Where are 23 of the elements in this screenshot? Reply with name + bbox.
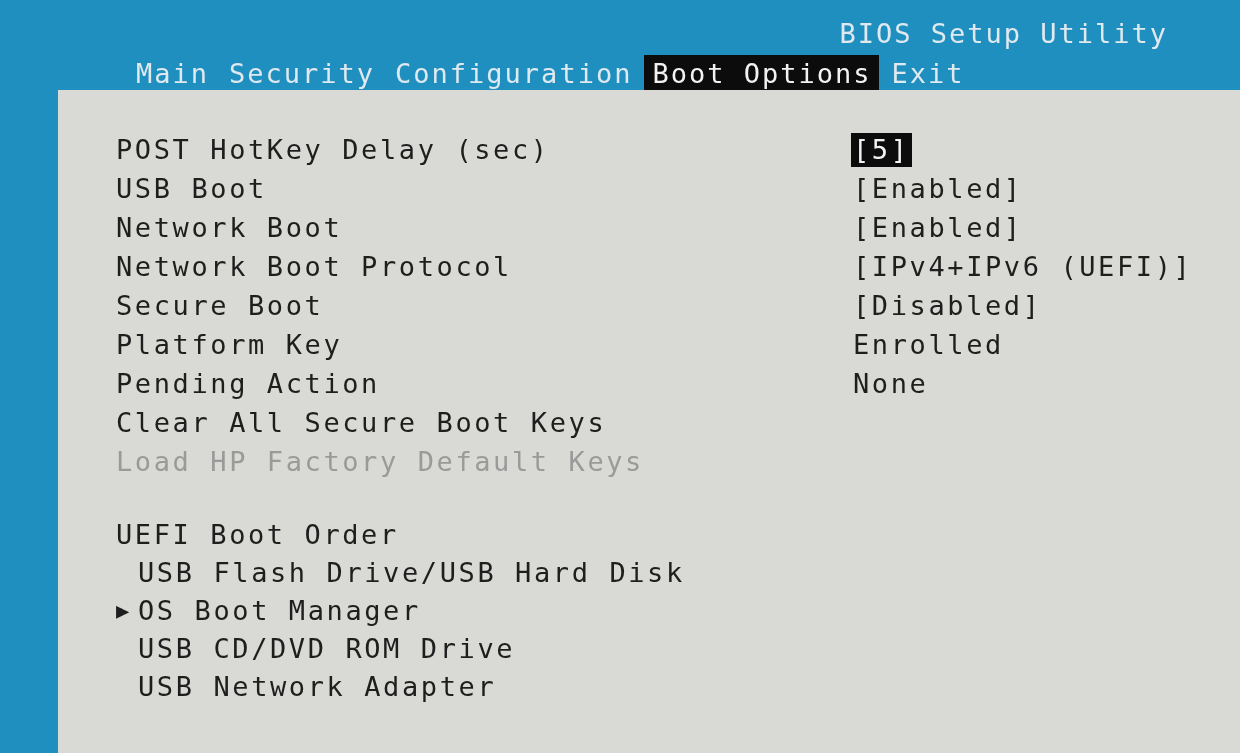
setting-label[interactable]: Network Boot (116, 210, 343, 245)
setting-value[interactable]: [5] (851, 132, 912, 167)
section-heading: UEFI Boot Order (116, 518, 400, 552)
setting-label[interactable]: Platform Key (116, 327, 343, 362)
boot-device[interactable]: USB Flash Drive/USB Hard Disk (138, 554, 685, 592)
setting-value[interactable]: None (851, 366, 931, 401)
setting-label[interactable]: Pending Action (116, 366, 380, 401)
boot-device[interactable]: USB Network Adapter (138, 668, 497, 706)
setting-label[interactable]: USB Boot (116, 171, 267, 206)
boot-device[interactable]: USB CD/DVD ROM Drive (138, 630, 516, 668)
setting-value[interactable]: [IPv4+IPv6 (UEFI)] (851, 249, 1195, 284)
setting-value[interactable]: Enrolled (851, 327, 1006, 362)
pointer-icon: ▶ (116, 598, 132, 623)
setting-label[interactable]: Network Boot Protocol (116, 249, 512, 284)
setting-value[interactable]: [Enabled] (851, 210, 1025, 245)
setting-value[interactable]: [Enabled] (851, 171, 1025, 206)
setting-label[interactable]: POST HotKey Delay (sec) (116, 132, 550, 167)
boot-device[interactable]: OS Boot Manager (138, 592, 421, 630)
menu-tab[interactable]: Boot Options (644, 55, 880, 93)
setting-label[interactable]: Secure Boot (116, 288, 324, 323)
setting-label[interactable]: Clear All Secure Boot Keys (116, 405, 607, 440)
setting-value[interactable]: [Disabled] (851, 288, 1044, 323)
window-title: BIOS Setup Utility (839, 20, 1168, 47)
